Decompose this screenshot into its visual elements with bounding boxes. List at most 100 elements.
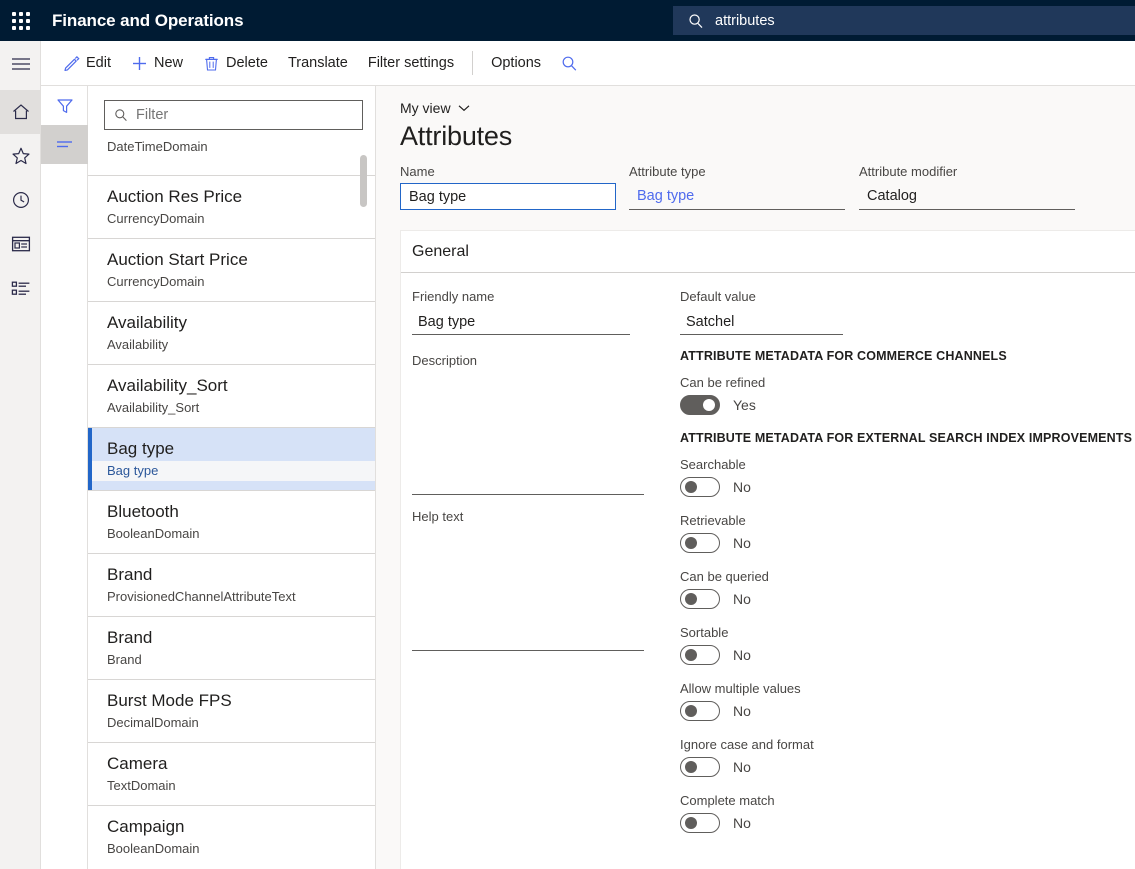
ignore-case-and-format-group: Ignore case and format No [680, 737, 1100, 777]
sortable-toggle[interactable] [680, 645, 720, 665]
list-item-title: Bag type [107, 437, 376, 460]
complete-match-value: No [733, 815, 751, 831]
friendly-name-label: Friendly name [412, 289, 644, 304]
list-item-partial[interactable]: DateTimeDomain [88, 139, 376, 175]
list-item[interactable]: Burst Mode FPS DecimalDomain [88, 679, 376, 742]
sidebar-item-favorites[interactable] [0, 134, 41, 178]
view-switcher-label: My view [400, 100, 451, 116]
list-item-title: Brand [107, 563, 376, 586]
delete-label: Delete [226, 55, 268, 71]
chevron-down-icon [458, 104, 470, 112]
left-navigation-rail [0, 41, 41, 869]
sidebar-item-modules[interactable] [0, 266, 41, 310]
help-text-field-group: Help text [412, 509, 644, 651]
allow-multiple-values-toggle[interactable] [680, 701, 720, 721]
retrievable-toggle[interactable] [680, 533, 720, 553]
list-item-subtitle: BooleanDomain [107, 839, 376, 859]
friendly-name-input[interactable]: Bag type [412, 309, 630, 335]
description-input[interactable] [412, 373, 644, 495]
searchable-toggle[interactable] [680, 477, 720, 497]
sidebar-item-recent[interactable] [0, 178, 41, 222]
home-icon [11, 102, 31, 122]
list-item-title: Campaign [107, 815, 376, 838]
navigation-menu-button[interactable] [0, 41, 41, 86]
list-item[interactable]: Brand ProvisionedChannelAttributeText [88, 553, 376, 616]
general-section-card: General Friendly name Bag type Descripti… [400, 230, 1135, 869]
list-item[interactable]: Availability_Sort Availability_Sort [88, 364, 376, 427]
retrievable-label: Retrievable [680, 513, 1100, 528]
attribute-type-field[interactable]: Bag type [629, 183, 845, 210]
list-lines-icon [56, 139, 74, 151]
list-item-subtitle: Availability_Sort [107, 398, 376, 418]
ignore-case-and-format-toggle[interactable] [680, 757, 720, 777]
list-item-title: Auction Res Price [107, 185, 376, 208]
name-field[interactable]: Bag type [400, 183, 616, 210]
new-button[interactable]: New [121, 47, 193, 80]
attribute-modifier-field[interactable]: Catalog [859, 183, 1075, 210]
star-icon [11, 146, 31, 166]
delete-button[interactable]: Delete [193, 47, 278, 80]
filter-tab[interactable] [41, 86, 88, 125]
list-item[interactable]: Brand Brand [88, 616, 376, 679]
general-left-column: Friendly name Bag type Description Help … [412, 289, 644, 665]
filter-settings-button[interactable]: Filter settings [358, 47, 464, 80]
search-metadata-heading: ATTRIBUTE METADATA FOR EXTERNAL SEARCH I… [680, 431, 1100, 445]
main-content: My view Attributes Name Bag type Attribu… [376, 86, 1135, 869]
list-icon [11, 280, 31, 297]
list-item-subtitle: BooleanDomain [107, 524, 376, 544]
attribute-type-label: Attribute type [629, 164, 845, 179]
search-icon [114, 108, 128, 122]
default-value-input[interactable]: Satchel [680, 309, 843, 335]
list-item-title: Burst Mode FPS [107, 689, 376, 712]
clock-icon [11, 190, 31, 210]
view-switcher[interactable]: My view [400, 100, 470, 116]
list-item-selected[interactable]: Bag type Bag type [88, 427, 376, 490]
list-item[interactable]: Camera TextDomain [88, 742, 376, 805]
sidebar-item-home[interactable] [0, 90, 41, 134]
default-value-field-group: Default value Satchel [680, 289, 1100, 335]
list-item[interactable]: Auction Res Price CurrencyDomain [88, 175, 376, 238]
options-label: Options [491, 55, 541, 71]
sidebar-item-workspaces[interactable] [0, 222, 41, 266]
name-field-label: Name [400, 164, 616, 179]
sortable-value: No [733, 647, 751, 663]
can-be-refined-value: Yes [733, 397, 756, 413]
waffle-grid-icon[interactable] [0, 0, 41, 41]
page-title: Attributes [400, 121, 512, 152]
list-item[interactable]: Bluetooth BooleanDomain [88, 490, 376, 553]
edit-label: Edit [86, 55, 111, 71]
help-text-label: Help text [412, 509, 644, 524]
options-button[interactable]: Options [481, 47, 551, 80]
list-item-title: Auction Start Price [107, 248, 376, 271]
translate-label: Translate [288, 55, 348, 71]
list-item[interactable]: Auction Start Price CurrencyDomain [88, 238, 376, 301]
description-label: Description [412, 353, 644, 368]
can-be-queried-toggle[interactable] [680, 589, 720, 609]
friendly-name-field-group: Friendly name Bag type [412, 289, 644, 335]
searchable-group: Searchable No [680, 457, 1100, 497]
default-value-label: Default value [680, 289, 1100, 304]
list-tab[interactable] [41, 125, 88, 164]
global-search-box[interactable]: attributes [673, 6, 1135, 35]
toolbar-search-button[interactable] [551, 47, 588, 80]
allow-multiple-values-group: Allow multiple values No [680, 681, 1100, 721]
list-view-tabs [41, 86, 88, 869]
list-item-title: Brand [107, 626, 376, 649]
translate-button[interactable]: Translate [278, 47, 358, 80]
pencil-icon [63, 55, 80, 72]
ignore-case-and-format-value: No [733, 759, 751, 775]
search-icon [688, 13, 704, 29]
app-title: Finance and Operations [52, 11, 243, 31]
edit-button[interactable]: Edit [53, 47, 121, 80]
list-scrollbar-thumb[interactable] [360, 155, 367, 207]
can-be-refined-toggle[interactable] [680, 395, 720, 415]
list-item[interactable]: Campaign BooleanDomain [88, 805, 376, 868]
list-item[interactable]: Availability Availability [88, 301, 376, 364]
plus-icon [131, 55, 148, 72]
can-be-queried-value: No [733, 591, 751, 607]
filter-input[interactable]: Filter [104, 100, 363, 130]
help-text-input[interactable] [412, 529, 644, 651]
list-item-subtitle: DecimalDomain [107, 713, 376, 733]
workspace-icon [11, 235, 31, 253]
complete-match-toggle[interactable] [680, 813, 720, 833]
